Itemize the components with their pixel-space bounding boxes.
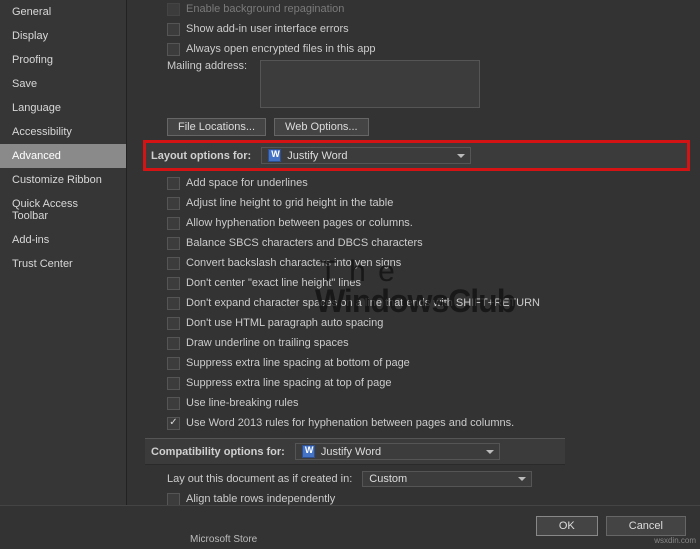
file-locations-button[interactable]: File Locations... [167, 118, 266, 136]
sidebar-item-trust-center[interactable]: Trust Center [0, 252, 126, 276]
label-align-table-rows: Align table rows independently [186, 493, 335, 505]
layout-options-value: Justify Word [287, 150, 347, 162]
checkbox-addin-errors[interactable] [167, 23, 180, 36]
label-opt-3: Balance SBCS characters and DBCS charact… [186, 237, 423, 249]
label-opt-5: Don't center "exact line height" lines [186, 277, 361, 289]
checkbox-balance-sbcs-dbcs[interactable] [167, 237, 180, 250]
word-doc-icon [302, 445, 315, 458]
ok-button[interactable]: OK [536, 516, 598, 536]
label-opt-6: Don't expand character spaces on a line … [186, 297, 540, 309]
checkbox-open-encrypted[interactable] [167, 43, 180, 56]
chevron-down-icon [518, 477, 526, 481]
layout-as-value: Custom [369, 473, 407, 485]
layout-as-dropdown[interactable]: Custom [362, 471, 532, 487]
label-opt-12: Use Word 2013 rules for hyphenation betw… [186, 417, 514, 429]
checkbox-draw-underline-trailing[interactable] [167, 337, 180, 350]
checkbox-add-space-underlines[interactable] [167, 177, 180, 190]
chevron-down-icon [457, 154, 465, 158]
label-opt-0: Add space for underlines [186, 177, 308, 189]
sidebar-item-language[interactable]: Language [0, 96, 126, 120]
sidebar: General Display Proofing Save Language A… [0, 0, 127, 549]
cancel-button[interactable]: Cancel [606, 516, 686, 536]
checkbox-convert-backslash[interactable] [167, 257, 180, 270]
sidebar-item-advanced[interactable]: Advanced [0, 144, 126, 168]
sidebar-item-quick-access[interactable]: Quick Access Toolbar [0, 192, 126, 228]
section-layout-options: Layout options for: Justify Word [145, 142, 688, 169]
label-opt-7: Don't use HTML paragraph auto spacing [186, 317, 383, 329]
label-addin-errors: Show add-in user interface errors [186, 23, 349, 35]
compat-options-label: Compatibility options for: [151, 446, 285, 458]
sidebar-item-accessibility[interactable]: Accessibility [0, 120, 126, 144]
sidebar-item-customize-ribbon[interactable]: Customize Ribbon [0, 168, 126, 192]
sidebar-item-add-ins[interactable]: Add-ins [0, 228, 126, 252]
main-panel: Enable background repagination Show add-… [127, 0, 700, 505]
label-opt-8: Draw underline on trailing spaces [186, 337, 349, 349]
mailing-address-input[interactable] [260, 60, 480, 108]
label-opt-1: Adjust line height to grid height in the… [186, 197, 393, 209]
sidebar-item-display[interactable]: Display [0, 24, 126, 48]
label-opt-2: Allow hyphenation between pages or colum… [186, 217, 413, 229]
checkbox-suppress-bottom[interactable] [167, 357, 180, 370]
section-compatibility-options: Compatibility options for: Justify Word [145, 438, 565, 465]
checkbox-line-breaking-rules[interactable] [167, 397, 180, 410]
checkbox-dont-expand-spaces[interactable] [167, 297, 180, 310]
layout-options-label: Layout options for: [151, 150, 251, 162]
checkbox-dont-use-html-spacing[interactable] [167, 317, 180, 330]
sidebar-item-proofing[interactable]: Proofing [0, 48, 126, 72]
label-layout-as: Lay out this document as if created in: [167, 473, 352, 485]
corner-watermark: wsxdin.com [654, 536, 696, 545]
label-opt-4: Convert backslash characters into yen si… [186, 257, 401, 269]
checkbox-allow-hyphenation[interactable] [167, 217, 180, 230]
dialog-footer: OK Cancel Microsoft Store wsxdin.com [0, 505, 700, 549]
taskbar-ms-store: Microsoft Store [190, 534, 257, 545]
chevron-down-icon [486, 450, 494, 454]
sidebar-item-general[interactable]: General [0, 0, 126, 24]
word-doc-icon [268, 149, 281, 162]
checkbox-adjust-line-height[interactable] [167, 197, 180, 210]
checkbox-bg-repagination [167, 3, 180, 16]
sidebar-item-save[interactable]: Save [0, 72, 126, 96]
label-bg-repagination: Enable background repagination [186, 3, 344, 15]
label-open-encrypted: Always open encrypted files in this app [186, 43, 376, 55]
label-mailing-address: Mailing address: [167, 60, 252, 72]
checkbox-suppress-top[interactable] [167, 377, 180, 390]
label-opt-9: Suppress extra line spacing at bottom of… [186, 357, 410, 369]
checkbox-word2013-hyphenation[interactable] [167, 417, 180, 430]
compat-options-value: Justify Word [321, 446, 381, 458]
label-opt-11: Use line-breaking rules [186, 397, 299, 409]
checkbox-align-table-rows[interactable] [167, 493, 180, 506]
layout-options-dropdown[interactable]: Justify Word [261, 147, 471, 164]
label-opt-10: Suppress extra line spacing at top of pa… [186, 377, 391, 389]
compat-options-dropdown[interactable]: Justify Word [295, 443, 500, 460]
checkbox-dont-center-exact[interactable] [167, 277, 180, 290]
web-options-button[interactable]: Web Options... [274, 118, 369, 136]
